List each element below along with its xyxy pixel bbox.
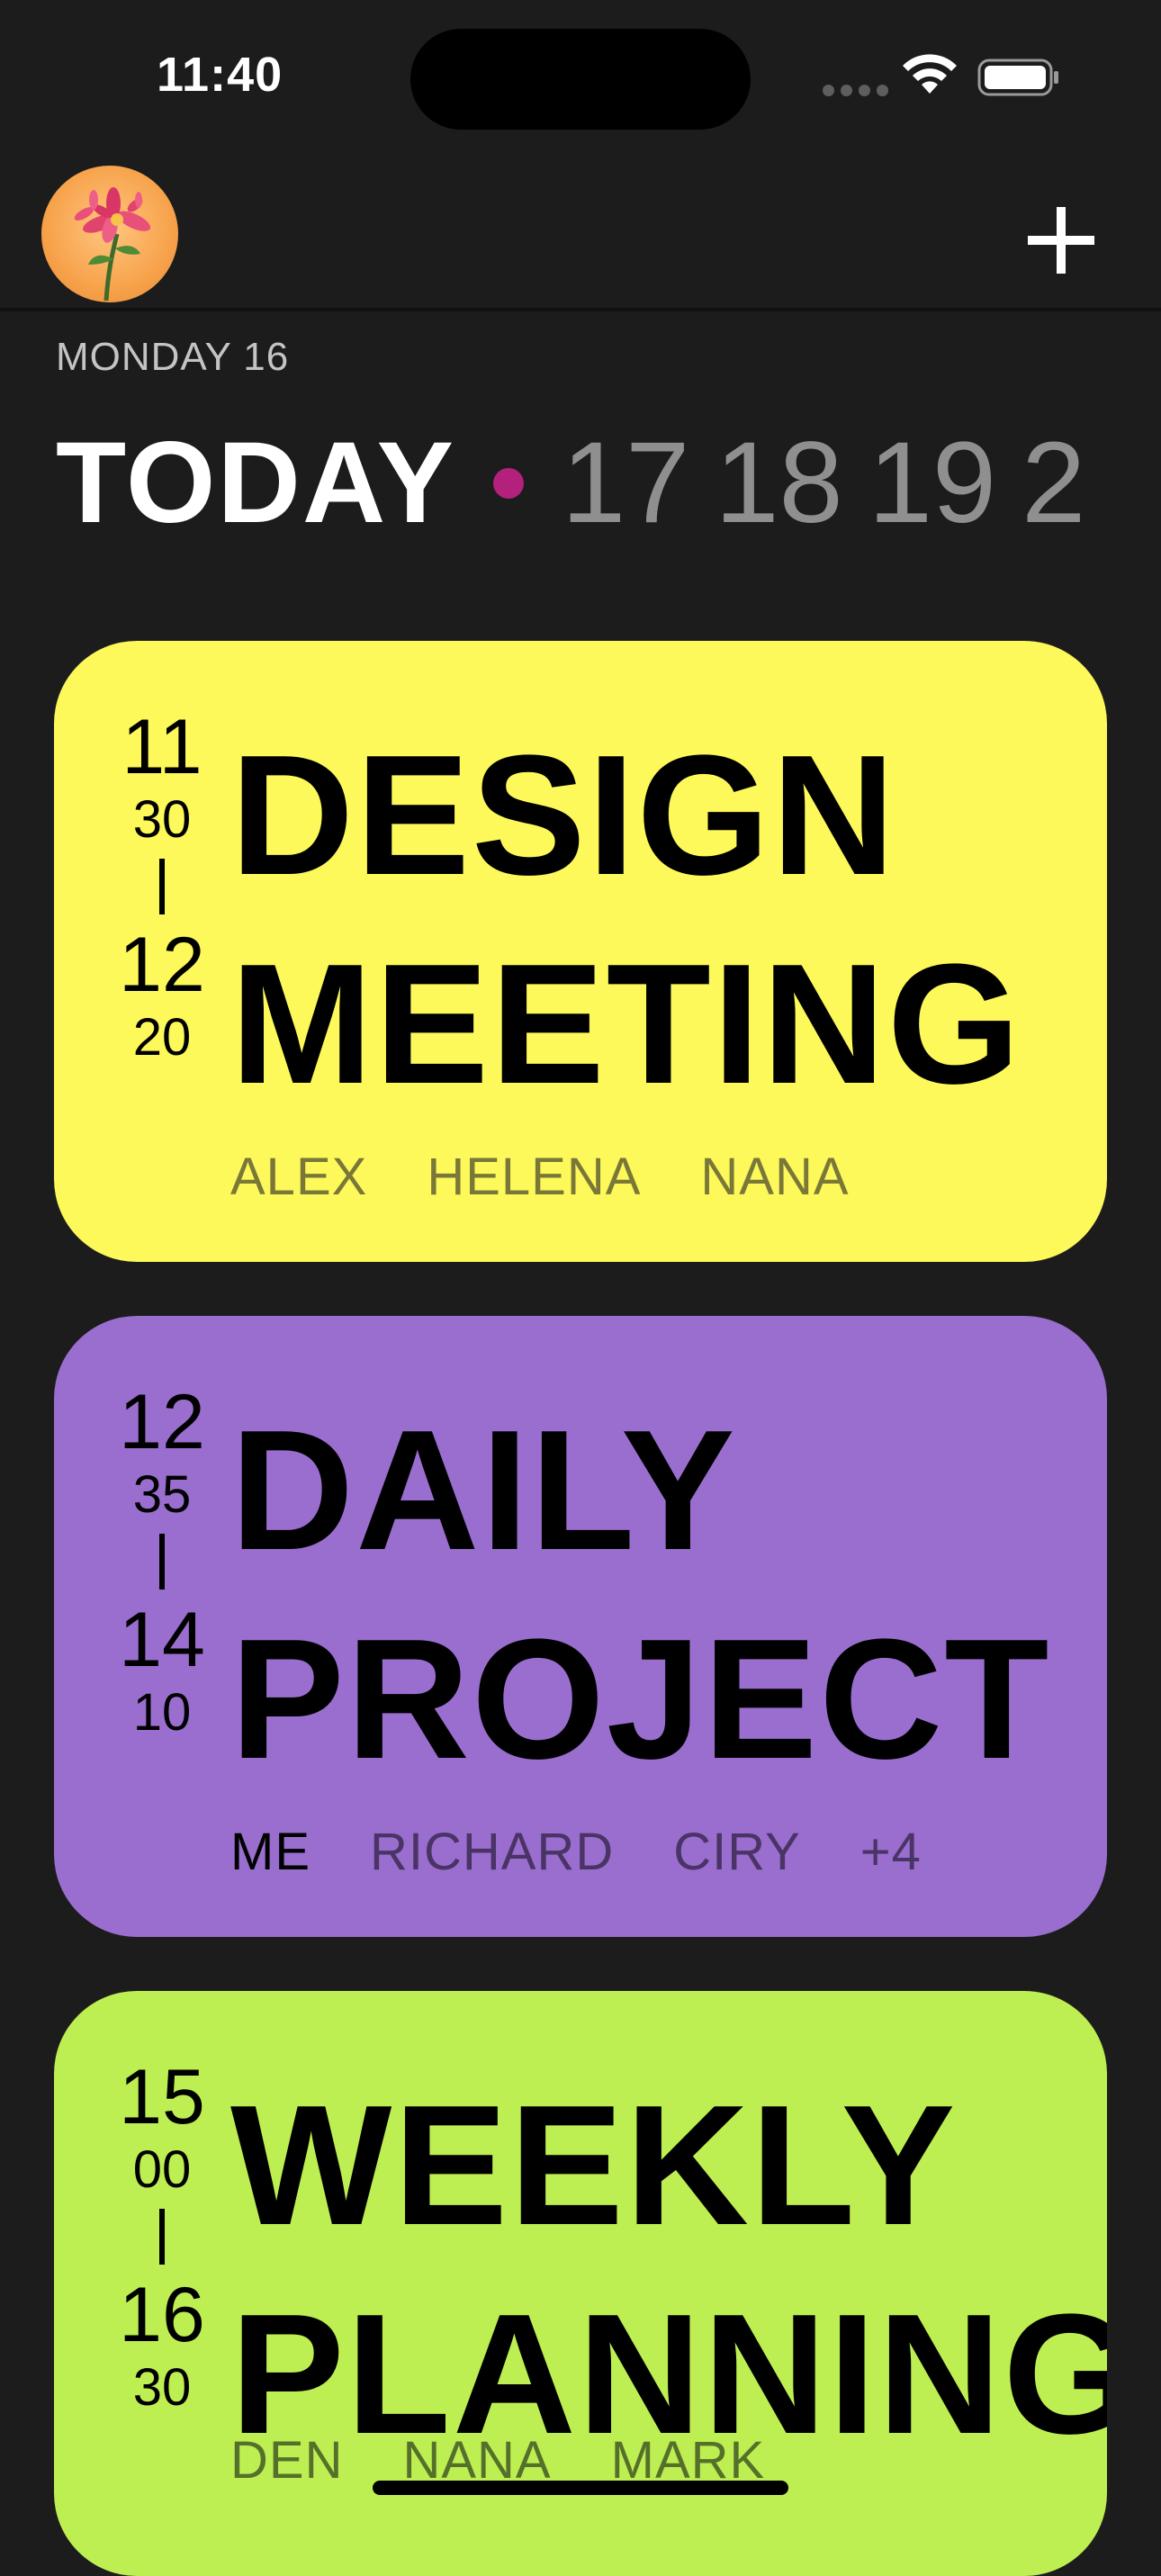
event-title: DAILY PROJECT (230, 1386, 1050, 1804)
event-card[interactable]: 12 35 14 10 DAILY PROJECT ME RICHARD CIR… (54, 1316, 1107, 1937)
attendee: HELENA (427, 1148, 642, 1206)
home-indicator[interactable] (373, 2481, 788, 2495)
start-hour: 12 (119, 1379, 205, 1465)
date-item[interactable]: 18 (715, 426, 842, 541)
event-time: 11 30 12 20 (101, 704, 223, 1067)
flower-icon (74, 187, 151, 302)
attendee: CIRY (673, 1823, 801, 1881)
event-title-line: PROJECT (230, 1604, 1051, 1795)
event-title: DESIGN MEETING (230, 711, 1022, 1129)
start-hour: 11 (122, 704, 202, 790)
end-hour: 12 (119, 922, 205, 1008)
cellular-signal-icon (823, 85, 888, 96)
event-title-line: DAILY (230, 1395, 737, 1586)
today-tab[interactable]: TODAY (56, 426, 455, 541)
end-minute: 20 (132, 1008, 192, 1067)
attendee: ALEX (230, 1148, 368, 1206)
start-minute: 00 (132, 2140, 192, 2199)
status-time: 11:40 (157, 48, 284, 102)
event-title-line: MEETING (230, 929, 1022, 1120)
event-title-line: WEEKLY (230, 2070, 958, 2261)
app-header (0, 155, 1161, 308)
time-separator (159, 1534, 165, 1590)
plus-icon (1028, 207, 1094, 274)
event-card[interactable]: 11 30 12 20 DESIGN MEETING ALEX HELENA N… (54, 641, 1107, 1262)
attendee-list: ME RICHARD CIRY +4 (230, 1822, 922, 1882)
attendee: ME (230, 1823, 310, 1881)
event-time: 12 35 14 10 (101, 1379, 223, 1743)
dynamic-island (410, 29, 751, 130)
current-day-label: MONDAY 16 (56, 335, 290, 379)
wifi-icon (903, 54, 957, 94)
start-minute: 35 (132, 1465, 192, 1524)
end-hour: 16 (119, 2272, 205, 2358)
date-item[interactable]: 17 (562, 426, 689, 541)
date-item[interactable]: 2 (1022, 426, 1085, 541)
attendee: RICHARD (370, 1823, 615, 1881)
attendee: DEN (230, 2431, 344, 2490)
more-attendees-count: +4 (860, 1823, 922, 1881)
end-minute: 30 (132, 2358, 192, 2417)
date-item[interactable]: 19 (868, 426, 996, 541)
time-separator (159, 859, 165, 914)
end-hour: 14 (119, 1597, 205, 1683)
avatar[interactable] (41, 166, 178, 302)
start-minute: 30 (132, 790, 192, 849)
event-time: 15 00 16 30 (101, 2054, 223, 2418)
start-hour: 15 (119, 2054, 205, 2140)
add-event-button[interactable] (1017, 196, 1107, 286)
end-minute: 10 (132, 1683, 192, 1742)
date-strip[interactable]: TODAY 17 18 19 2 (56, 416, 1161, 551)
time-separator (159, 2209, 165, 2265)
attendee: NANA (700, 1148, 850, 1206)
event-title: WEEKLY PLANNING (230, 2061, 1107, 2479)
event-title-line: DESIGN (230, 720, 897, 911)
attendee-list: ALEX HELENA NANA (230, 1147, 850, 1207)
today-indicator-dot (492, 468, 524, 499)
status-bar: 11:40 (0, 0, 1161, 155)
battery-icon (977, 59, 1058, 96)
